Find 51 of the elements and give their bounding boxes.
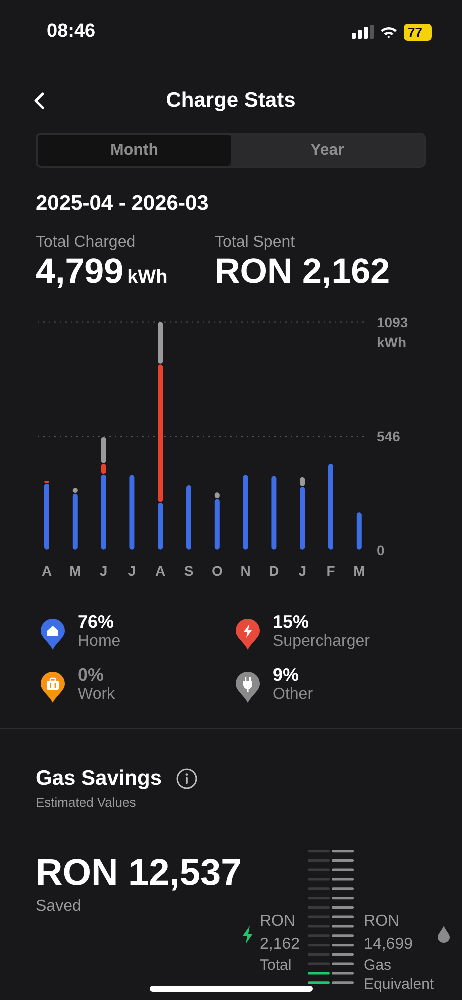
period-tab[interactable]: Month [38,135,231,166]
month-label: A [156,563,166,579]
month-label: D [269,563,280,579]
legend-label: Other [273,686,314,704]
back-icon[interactable] [33,92,45,110]
info-icon[interactable] [176,768,198,790]
period-tab[interactable]: Year [231,135,424,166]
legend-percent: 76% [78,612,116,633]
axis-tick-label: 0 [377,542,385,559]
spent-label: Total [260,956,292,975]
section-subtitle: Estimated Values [36,795,138,810]
legend-percent: 15% [273,612,310,633]
savings-label: Saved [36,898,82,916]
status-time: 08:46 [47,21,96,43]
axis-tick-label: 1093 [377,314,408,330]
axis-unit-label: kWh [377,334,407,350]
legend-label: Work [78,686,116,704]
spent-amount: RON 2,162 [260,912,300,955]
total-value: RON 2,162 [215,252,390,292]
month-label: J [298,563,306,579]
month-label: M [354,563,366,579]
section-title: Gas Savings [36,767,162,791]
month-label: S [184,563,194,579]
legend-label: Supercharger [273,633,370,651]
month-label: N [240,563,251,579]
lightning-icon [242,926,254,944]
month-label: J [128,563,136,579]
savings-amount: RON 12,537 [36,852,242,894]
axis-tick-label: 546 [377,428,400,445]
wifi-icon [380,26,398,38]
legend-percent: 9% [273,665,300,686]
gas-label: Gas Equivalent [364,956,434,994]
total-value: 4,799 [36,252,124,292]
total-label: Total Charged [36,234,137,252]
chart-bar [356,512,362,550]
signal-icon [352,25,374,39]
chart-bar [186,486,192,550]
legend-label: Home [78,633,121,651]
date-range: 2025-04 - 2026-03 [36,192,210,216]
month-label: O [212,563,223,579]
month-label: M [70,563,82,579]
legend-percent: 0% [78,665,106,686]
total-label: Total Spent [215,234,296,252]
month-label: J [100,563,108,579]
gas-amount: RON 14,699 [364,912,413,955]
month-label: A [42,563,52,579]
total-unit: kWh [128,267,168,289]
month-label: F [326,563,336,579]
battery-indicator: 77 [404,24,432,40]
page-title: Charge Stats [166,89,296,113]
drop-icon [438,926,450,943]
